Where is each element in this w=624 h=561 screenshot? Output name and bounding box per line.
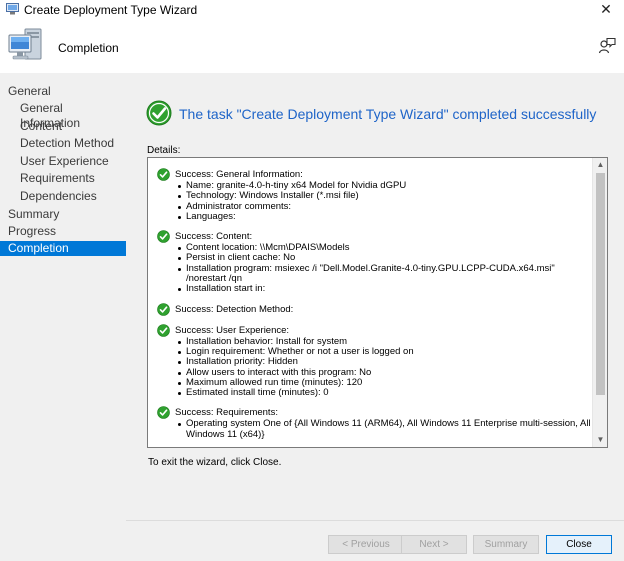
details-content: Success: General Information: Name: grani… [148, 158, 593, 447]
window-close-button[interactable]: ✕ [592, 0, 620, 20]
scroll-up-arrow-icon[interactable]: ▲ [593, 158, 607, 172]
section-item: Languages: [177, 211, 593, 222]
details-section: Success: Detection Method: [157, 302, 593, 316]
computer-icon [8, 28, 42, 60]
wizard-main-panel: The task "Create Deployment Type Wizard"… [126, 73, 624, 561]
section-heading-text: Success: General Information: [175, 169, 303, 180]
completion-status-message: The task "Create Deployment Type Wizard"… [179, 106, 597, 122]
previous-button[interactable]: < Previous [328, 535, 404, 554]
section-item-list: Content location: \\Mcm\DPAIS\Models Pers… [177, 242, 593, 294]
success-check-icon [157, 230, 170, 243]
help-icon[interactable] [598, 37, 616, 55]
wizard-navigation: General General Information Content Dete… [0, 73, 126, 561]
nav-item-general-information[interactable]: General Information [0, 101, 126, 130]
scroll-down-arrow-icon[interactable]: ▼ [593, 433, 607, 447]
close-button[interactable]: Close [546, 535, 612, 554]
next-button[interactable]: Next > [401, 535, 467, 554]
wizard-app-icon [6, 3, 19, 15]
section-item-list: Name: granite-4.0-h-tiny x64 Model for N… [177, 180, 593, 222]
close-icon: ✕ [600, 1, 612, 17]
section-item: Installation program: msiexec /i "Dell.M… [177, 263, 593, 285]
nav-item-detection-method[interactable]: Detection Method [0, 136, 126, 151]
details-section: Success: General Information: Name: grani… [157, 168, 593, 222]
section-item: Operating system One of {All Windows 11 … [177, 419, 593, 440]
success-check-icon [157, 323, 170, 337]
title-bar: Create Deployment Type Wizard ✕ [0, 0, 624, 20]
nav-item-general[interactable]: General [0, 84, 126, 99]
section-item: Estimated install time (minutes): 0 [177, 387, 593, 398]
nav-item-summary[interactable]: Summary [0, 207, 126, 222]
nav-item-requirements[interactable]: Requirements [0, 171, 126, 186]
section-heading: Success: User Experience: [157, 323, 593, 337]
exit-instruction: To exit the wizard, click Close. [148, 457, 282, 468]
nav-item-user-experience[interactable]: User Experience [0, 154, 126, 169]
section-heading-text: Success: Requirements: [175, 407, 278, 419]
details-label: Details: [147, 145, 181, 156]
scrollbar-thumb[interactable] [596, 173, 605, 395]
section-heading-text: Success: Content: [175, 231, 253, 243]
section-item-list: Installation behavior: Install for syste… [177, 336, 593, 399]
section-item-list: Operating system One of {All Windows 11 … [177, 419, 593, 440]
section-heading: Success: Detection Method: [157, 302, 593, 316]
summary-button[interactable]: Summary [473, 535, 539, 554]
section-item: Installation start in: [177, 284, 593, 294]
details-scrollbar[interactable]: ▲ ▼ [592, 158, 607, 447]
details-section: Success: Requirements: Operating system O… [157, 406, 593, 440]
wizard-header: Completion [0, 20, 624, 73]
nav-item-dependencies[interactable]: Dependencies [0, 189, 126, 204]
success-check-icon [146, 100, 172, 126]
details-textbox[interactable]: Success: General Information: Name: grani… [147, 157, 608, 448]
nav-item-progress[interactable]: Progress [0, 224, 126, 239]
success-check-icon [157, 168, 170, 181]
section-item: Administrator comments: [177, 201, 593, 212]
nav-item-content[interactable]: Content [0, 119, 126, 134]
section-heading-text: Success: Detection Method: [175, 303, 294, 315]
details-section: Success: User Experience: Installation be… [157, 323, 593, 399]
success-check-icon [157, 302, 170, 316]
page-heading: Completion [58, 41, 119, 55]
details-section: Success: Content: Content location: \\Mcm… [157, 230, 593, 294]
section-heading-text: Success: User Experience: [175, 324, 290, 336]
footer-divider [126, 520, 624, 521]
window-title: Create Deployment Type Wizard [24, 3, 198, 17]
nav-item-completion[interactable]: Completion [0, 241, 126, 256]
success-check-icon [157, 406, 170, 420]
